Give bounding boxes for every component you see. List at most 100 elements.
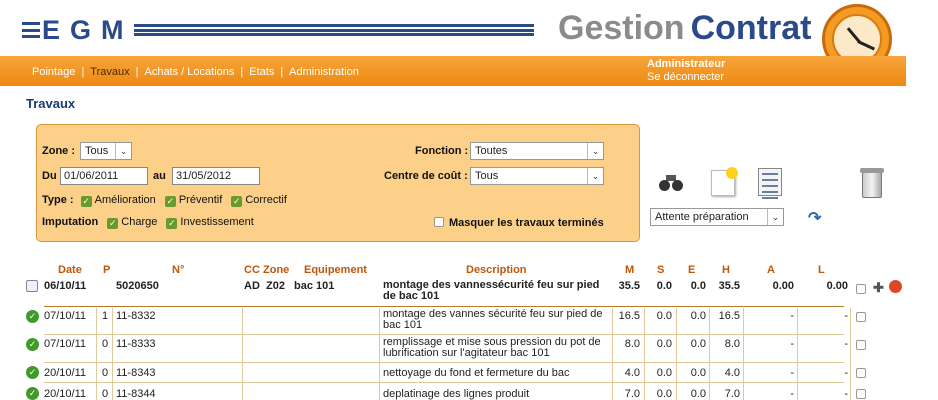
row-num: 11-8333 <box>116 338 156 350</box>
grid-line <box>112 308 113 400</box>
grid-line <box>379 308 380 400</box>
investissement-checkbox[interactable]: ✓ <box>166 218 178 229</box>
col-date[interactable]: Date <box>58 264 82 276</box>
row-a: - <box>790 310 794 322</box>
centre-cout-select-value: Tous <box>475 170 499 182</box>
spreadsheet-icon[interactable] <box>758 168 782 199</box>
row-checkbox[interactable] <box>856 389 866 399</box>
preventif-checkbox[interactable]: ✓ <box>164 196 176 207</box>
preventif-label: Préventif <box>178 194 223 206</box>
check-circle-icon: ✓ <box>26 338 39 351</box>
summary-cc: AD <box>244 280 260 292</box>
row-m: 4.0 <box>624 367 640 379</box>
summary-equipement: bac 101 <box>294 280 335 292</box>
page-title: Travaux <box>26 96 76 111</box>
row-l: - <box>844 388 848 400</box>
row-p: 0 <box>102 367 109 379</box>
col-num[interactable]: N° <box>172 264 184 276</box>
date-from-input[interactable]: 01/06/2011 <box>60 167 148 185</box>
add-icon[interactable]: ✚ <box>873 280 884 296</box>
col-m[interactable]: M <box>625 264 634 276</box>
row-s: 0.0 <box>656 310 672 322</box>
check-circle-icon: ✓ <box>26 366 39 379</box>
row-checkbox[interactable] <box>856 312 866 322</box>
chevron-down-icon: ⌄ <box>115 143 131 159</box>
type-row: Type : ✓ Amélioration ✓ Préventif ✓ Correct… <box>42 194 287 207</box>
col-h[interactable]: H <box>722 264 730 276</box>
nav-item-achats-locations[interactable]: Achats / Locations <box>144 66 234 78</box>
zone-select[interactable]: Tous ⌄ <box>80 142 132 160</box>
col-s[interactable]: S <box>657 264 664 276</box>
correctif-label: Correctif <box>245 194 287 206</box>
col-cc[interactable]: CC <box>244 264 260 276</box>
grid-line <box>743 308 744 400</box>
user-panel: Administrateur Se déconnecter <box>647 58 725 84</box>
row-e: 0.0 <box>690 310 706 322</box>
fonction-select[interactable]: Toutes ⌄ <box>470 142 604 160</box>
col-p[interactable]: P <box>103 264 110 276</box>
check-circle-icon: ✓ <box>26 387 39 400</box>
row-s: 0.0 <box>656 388 672 400</box>
type-label: Type : <box>42 194 74 206</box>
row-checkbox[interactable] <box>856 340 866 350</box>
row-divider <box>44 334 844 335</box>
row-a: - <box>790 367 794 379</box>
binoculars-icon[interactable] <box>658 174 686 192</box>
masquer-label: Masquer les travaux terminés <box>449 217 604 229</box>
magnifier-doc-icon[interactable] <box>26 280 38 292</box>
row-e: 0.0 <box>690 367 706 379</box>
summary-row[interactable]: 06/10/11 5020650 AD Z02 bac 101 montage … <box>0 278 938 306</box>
amelioration-label: Amélioration <box>94 194 156 206</box>
nav-item-pointage[interactable]: Pointage <box>32 66 75 78</box>
col-l[interactable]: L <box>818 264 825 276</box>
correctif-checkbox[interactable]: ✓ <box>231 196 243 207</box>
col-zone[interactable]: Zone <box>263 264 289 276</box>
status-select[interactable]: Attente préparation ⌄ <box>650 208 784 226</box>
pdf-icon[interactable] <box>889 280 902 293</box>
row-m: 7.0 <box>624 388 640 400</box>
row-checkbox[interactable] <box>856 368 866 378</box>
grid-line <box>709 308 710 400</box>
row-num: 11-8332 <box>116 310 156 322</box>
trash-icon[interactable] <box>860 168 884 198</box>
nav-item-travaux[interactable]: Travaux <box>90 66 129 78</box>
masquer-checkbox[interactable] <box>434 217 444 227</box>
col-description[interactable]: Description <box>466 264 527 276</box>
row-e: 0.0 <box>690 388 706 400</box>
grid-line <box>676 308 677 400</box>
refresh-icon[interactable]: ↷ <box>808 208 821 228</box>
summary-date: 06/10/11 <box>44 280 87 292</box>
nav-item-administration[interactable]: Administration <box>289 66 359 78</box>
au-label: au <box>153 170 166 182</box>
row-a: - <box>790 388 794 400</box>
col-equipement[interactable]: Equipement <box>304 264 367 276</box>
grid-line <box>797 308 798 400</box>
col-a[interactable]: A <box>767 264 775 276</box>
row-divider <box>44 362 844 363</box>
row-l: - <box>844 367 848 379</box>
summary-zone: Z02 <box>266 280 285 292</box>
charge-checkbox[interactable]: ✓ <box>107 218 119 229</box>
check-circle-icon: ✓ <box>26 310 39 323</box>
du-label: Du <box>42 170 57 182</box>
row-h: 8.0 <box>724 338 740 350</box>
summary-h: 35.5 <box>718 280 740 292</box>
date-to-input[interactable]: 31/05/2012 <box>172 167 260 185</box>
summary-checkbox[interactable] <box>856 284 866 294</box>
table-header: Date P N° CC Zone Equipement Description… <box>0 264 938 278</box>
col-e[interactable]: E <box>688 264 695 276</box>
row-description: nettoyage du fond et fermeture du bac <box>383 367 570 379</box>
row-p: 0 <box>102 338 109 350</box>
row-e: 0.0 <box>690 338 706 350</box>
logo-bars <box>22 22 40 38</box>
chevron-down-icon: ⌄ <box>587 143 603 159</box>
row-s: 0.0 <box>656 338 672 350</box>
summary-num: 5020650 <box>116 280 159 292</box>
nav-item-etats[interactable]: Etats <box>249 66 274 78</box>
summary-description: montage des vannessécurité feu sur pied … <box>383 279 600 302</box>
centre-cout-select[interactable]: Tous ⌄ <box>470 167 604 185</box>
new-document-icon[interactable] <box>711 167 738 196</box>
amelioration-checkbox[interactable]: ✓ <box>80 196 92 207</box>
logout-link[interactable]: Se déconnecter <box>647 71 725 84</box>
imputation-row: Imputation ✓ Charge ✓ Investissement <box>42 216 254 229</box>
